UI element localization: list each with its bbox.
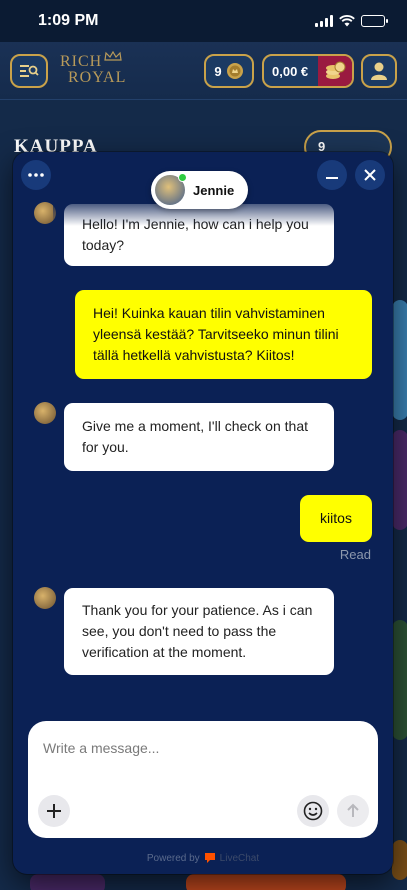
- bg-game-tile: [392, 840, 407, 880]
- emoji-button[interactable]: [297, 795, 329, 827]
- status-icons: [315, 15, 388, 27]
- bg-game-tile: [392, 620, 407, 740]
- agent-header: Jennie: [151, 171, 249, 209]
- balance-button[interactable]: 0,00 €: [262, 54, 354, 88]
- emoji-icon: [303, 801, 323, 821]
- chat-message-user: kiitos: [300, 495, 372, 542]
- chat-message-user: Hei! Kuinka kauan tilin vahvistaminen yl…: [75, 290, 372, 379]
- message-composer: [28, 721, 378, 838]
- rich-royal-logo[interactable]: RICH ROYAL: [58, 51, 128, 91]
- coins-button[interactable]: 9: [204, 54, 254, 88]
- chat-message-agent: Thank you for your patience. As i can se…: [64, 588, 334, 675]
- close-chat-button[interactable]: [355, 160, 385, 190]
- wallet-coins-icon: [326, 61, 346, 79]
- message-text: Thank you for your patience. As i can se…: [82, 602, 313, 660]
- chat-widget: Hello! I'm Jennie, how can i help you to…: [13, 152, 393, 874]
- coins-count: 9: [214, 63, 222, 79]
- crown-icon: [104, 51, 122, 61]
- more-dots-icon: [28, 173, 44, 177]
- message-input[interactable]: [43, 735, 353, 761]
- message-text: Hei! Kuinka kauan tilin vahvistaminen yl…: [93, 305, 339, 363]
- app-header: RICH ROYAL 9 0,00 €: [0, 42, 407, 100]
- bg-game-tile: [186, 874, 346, 890]
- more-options-button[interactable]: [21, 160, 51, 190]
- read-status: Read: [339, 547, 371, 562]
- wallet-deposit-button[interactable]: [318, 56, 352, 86]
- minimize-icon: [326, 177, 338, 179]
- livechat-logo-icon: [204, 853, 215, 863]
- send-arrow-icon: [347, 803, 359, 817]
- add-attachment-button[interactable]: [38, 795, 70, 827]
- minimize-button[interactable]: [317, 160, 347, 190]
- battery-icon: [361, 15, 388, 27]
- agent-avatar-large: [155, 173, 187, 205]
- cell-signal-icon: [315, 15, 333, 27]
- close-icon: [364, 169, 376, 181]
- powered-by: Powered by LiveChat: [13, 852, 393, 864]
- chat-message-agent: Give me a moment, I'll check on that for…: [64, 403, 334, 471]
- status-time: 1:09 PM: [38, 12, 99, 29]
- agent-name: Jennie: [193, 182, 235, 198]
- status-bar: 1:09 PM: [0, 0, 407, 42]
- coin-icon: [226, 63, 243, 79]
- bg-game-tile: [392, 300, 407, 420]
- logo-line2: ROYAL: [68, 69, 127, 86]
- powered-by-brand[interactable]: LiveChat: [220, 853, 259, 864]
- powered-by-label: Powered by: [146, 852, 200, 864]
- bg-game-tile: [392, 430, 407, 530]
- wifi-icon: [339, 15, 355, 27]
- online-status-dot: [178, 173, 187, 182]
- balance-amount: 0,00 €: [272, 63, 309, 79]
- message-text: kiitos: [320, 510, 352, 526]
- bg-game-tile: [30, 874, 105, 890]
- message-text: Give me a moment, I'll check on that for…: [82, 418, 308, 455]
- agent-avatar: [34, 402, 56, 424]
- send-button[interactable]: [337, 795, 369, 827]
- user-icon: [371, 62, 387, 80]
- plus-icon: [47, 804, 61, 818]
- profile-button[interactable]: [361, 54, 397, 88]
- menu-search-icon: [20, 65, 39, 77]
- agent-avatar: [34, 587, 56, 609]
- menu-search-button[interactable]: [10, 54, 48, 88]
